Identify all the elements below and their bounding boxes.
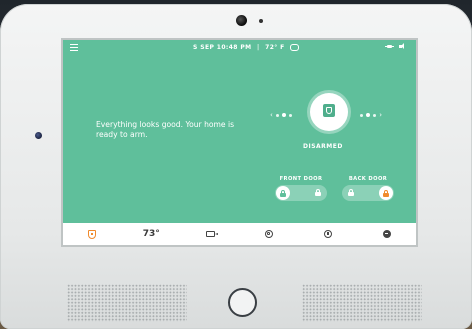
status-month: SEP	[200, 44, 215, 51]
tab-video[interactable]	[190, 223, 230, 245]
toggle-knob	[276, 186, 290, 200]
clock-icon	[323, 230, 332, 238]
home-button[interactable]	[228, 288, 257, 317]
status-day: S	[193, 44, 198, 51]
back-door-control: BACK DOOR	[334, 176, 402, 201]
status-datetime: S SEP 10:48 PM | 72° F	[193, 44, 300, 51]
tab-history[interactable]	[308, 223, 348, 245]
speaker-grille-left	[67, 284, 187, 322]
more-icon	[382, 230, 391, 238]
page-dot	[281, 113, 286, 117]
lock-icon	[280, 190, 286, 197]
ambient-sensor	[259, 19, 263, 23]
front-door-control: FRONT DOOR	[267, 176, 335, 201]
front-camera	[236, 15, 247, 26]
page-dot	[366, 113, 371, 117]
back-door-lock-toggle[interactable]	[342, 185, 394, 201]
shield-icon	[88, 229, 97, 239]
status-temperature: 72° F	[265, 44, 285, 51]
video-camera-icon	[205, 231, 218, 237]
chevron-right-icon: ›	[379, 111, 382, 119]
front-door-label: FRONT DOOR	[279, 176, 323, 182]
back-door-label: BACK DOOR	[348, 176, 388, 182]
status-separator: |	[257, 44, 260, 51]
arm-state-label: DISARMED	[303, 143, 343, 150]
security-panel-device: S SEP 10:48 PM | 72° F Everything looks …	[0, 4, 472, 329]
light-bulb-icon	[264, 230, 273, 238]
chevron-left-icon: ‹	[270, 111, 273, 119]
status-right	[385, 43, 408, 50]
touchscreen: S SEP 10:48 PM | 72° F Everything looks …	[63, 40, 416, 245]
tab-lights[interactable]	[249, 223, 289, 245]
arm-button[interactable]	[310, 93, 348, 131]
cloud-icon	[290, 44, 300, 51]
tab-more[interactable]	[367, 223, 407, 245]
shield-icon	[323, 104, 335, 117]
page-dot	[360, 113, 364, 117]
tab-security[interactable]	[72, 223, 112, 245]
page-dot	[373, 113, 377, 117]
status-message: Everything looks good. Your home is read…	[96, 120, 235, 139]
tab-thermostat[interactable]: 73°	[131, 223, 171, 245]
menu-icon[interactable]	[70, 44, 78, 52]
plug-icon	[385, 43, 394, 50]
lock-icon	[383, 190, 389, 197]
bottom-tab-bar: 73°	[63, 223, 416, 245]
page-dot	[275, 113, 279, 117]
lock-icon	[348, 189, 354, 196]
status-bar: S SEP 10:48 PM | 72° F	[63, 40, 416, 56]
thermostat-temperature: 73°	[142, 229, 160, 239]
carousel-right[interactable]: ›	[360, 111, 382, 119]
front-door-lock-toggle[interactable]	[275, 185, 327, 201]
status-time: 10:48 PM	[216, 44, 252, 51]
volume-icon[interactable]	[399, 43, 408, 50]
lock-icon	[315, 189, 321, 196]
carousel-left[interactable]: ‹	[270, 111, 292, 119]
status-led	[35, 132, 42, 139]
page-dot	[288, 113, 292, 117]
toggle-knob	[379, 186, 393, 200]
speaker-grille-right	[302, 284, 422, 322]
